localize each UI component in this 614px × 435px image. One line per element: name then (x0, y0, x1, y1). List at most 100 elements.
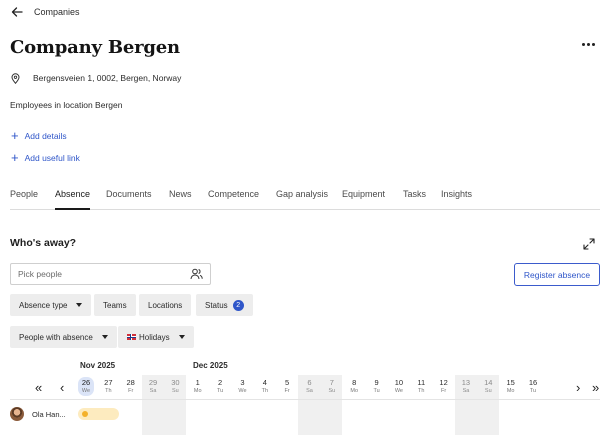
day-number: 8 (352, 378, 357, 387)
calendar-day: 16 Tu (525, 378, 541, 394)
day-of-week: Tu (529, 388, 537, 394)
calendar-day: 13 Sa (458, 378, 474, 394)
row-divider (10, 399, 600, 400)
calendar-day: 14 Su (480, 378, 496, 394)
pending-status-dot-icon (82, 411, 88, 417)
tab-gap-analysis[interactable]: Gap analysis (276, 189, 328, 209)
chevron-down-icon (101, 335, 108, 339)
calendar-day: 28 Fr (123, 378, 139, 394)
calendar-day: 5 Fr (279, 378, 295, 394)
holidays-label: Holidays (139, 332, 170, 342)
day-number: 27 (104, 378, 113, 387)
tab-absence[interactable]: Absence (55, 189, 91, 210)
pick-people-placeholder: Pick people (18, 269, 62, 279)
day-of-week: We (238, 388, 247, 394)
day-number: 6 (307, 378, 312, 387)
pick-people-input[interactable]: Pick people (10, 263, 211, 285)
calendar-day: 12 Fr (436, 378, 452, 394)
plus-icon: + (11, 150, 19, 165)
day-number: 16 (528, 378, 538, 387)
chevron-down-icon (178, 335, 185, 339)
day-number: 15 (506, 378, 515, 387)
day-of-week: Mo (350, 388, 358, 394)
add-useful-link-label: Add useful link (24, 153, 80, 163)
day-number: 28 (126, 378, 135, 387)
tab-competence[interactable]: Competence (208, 189, 259, 209)
tab-tasks[interactable]: Tasks (403, 189, 426, 209)
chevron-down-icon (76, 303, 83, 307)
calendar-day: 3 We (234, 378, 250, 394)
day-number: 10 (394, 378, 404, 387)
day-number: 14 (484, 378, 493, 387)
day-of-week: Tu (216, 388, 224, 394)
day-of-week: Fr (284, 388, 290, 394)
day-number: 12 (439, 378, 448, 387)
company-description: Employees in location Bergen (10, 100, 123, 110)
absence-bar[interactable] (78, 408, 119, 420)
people-with-absence-label: People with absence (19, 332, 93, 342)
day-number: 7 (329, 378, 334, 387)
plus-icon: + (11, 128, 19, 143)
more-options-icon[interactable] (582, 43, 595, 46)
calendar-day: 10 We (391, 378, 407, 394)
day-of-week: Sa (462, 388, 470, 394)
add-details-label: Add details (24, 131, 67, 141)
employee-name: Ola Han... (32, 409, 66, 419)
employee-row[interactable]: Ola Han... (10, 407, 66, 421)
day-of-week: Fr (128, 388, 134, 394)
location-pin-icon (11, 72, 20, 84)
jump-back-icon[interactable]: « (35, 378, 42, 398)
day-of-week: Tu (373, 388, 380, 394)
day-of-week: Su (484, 388, 492, 394)
day-number: 13 (461, 378, 471, 387)
day-number: 29 (148, 378, 158, 387)
avatar (10, 407, 24, 421)
day-of-week: Fr (440, 388, 447, 394)
day-number: 26 (81, 378, 91, 387)
calendar-day: 4 Th (257, 378, 273, 394)
section-title: Who's away? (10, 237, 77, 249)
calendar-day: 29 Sa (145, 378, 161, 394)
calendar-day: 26 We (78, 377, 94, 396)
next-icon[interactable]: › (576, 378, 580, 398)
day-of-week: Th (105, 388, 112, 394)
jump-forward-icon[interactable]: » (592, 378, 599, 398)
month-label-nov: Nov 2025 (80, 361, 116, 370)
register-absence-button[interactable]: Register absence (514, 263, 600, 286)
day-of-week: Mo (193, 388, 202, 394)
breadcrumb-companies[interactable]: Companies (34, 7, 80, 17)
day-of-week: Th (261, 388, 268, 394)
add-details-link[interactable]: + Add details (11, 128, 67, 143)
add-useful-link-link[interactable]: + Add useful link (11, 150, 80, 165)
tab-equipment[interactable]: Equipment (342, 189, 385, 209)
teams-filter[interactable]: Teams (94, 294, 136, 316)
day-number: 4 (262, 378, 267, 387)
prev-icon[interactable]: ‹ (60, 378, 64, 398)
day-of-week: Sa (306, 388, 313, 394)
locations-filter[interactable]: Locations (139, 294, 192, 316)
tab-documents[interactable]: Documents (106, 189, 152, 209)
expand-icon[interactable] (583, 237, 595, 250)
back-arrow-icon[interactable] (10, 5, 24, 19)
status-filter[interactable]: Status 2 (196, 294, 253, 316)
day-number: 30 (171, 378, 180, 387)
day-of-week: We (81, 388, 91, 394)
calendar-day: 30 Su (167, 378, 183, 394)
people-with-absence-filter[interactable]: People with absence (10, 326, 117, 348)
day-number: 3 (240, 378, 245, 387)
absence-type-filter[interactable]: Absence type (10, 294, 92, 316)
calendar-day: 8 Mo (346, 378, 362, 394)
day-of-week: Su (328, 388, 336, 394)
address-text: Bergensveien 1, 0002, Bergen, Norway (33, 73, 182, 83)
day-of-week: Mo (506, 388, 515, 394)
holidays-filter[interactable]: Holidays (118, 326, 194, 348)
topbar: Companies (10, 5, 80, 19)
tab-insights[interactable]: Insights (441, 189, 472, 209)
calendar-day: 2 Tu (212, 378, 228, 394)
company-address: Bergensveien 1, 0002, Bergen, Norway (11, 71, 181, 85)
status-count-badge: 2 (232, 299, 244, 311)
tab-news[interactable]: News (169, 189, 192, 209)
day-number: 11 (417, 378, 426, 387)
tab-people[interactable]: People (10, 189, 38, 209)
page-title: Company Bergen (10, 37, 180, 58)
